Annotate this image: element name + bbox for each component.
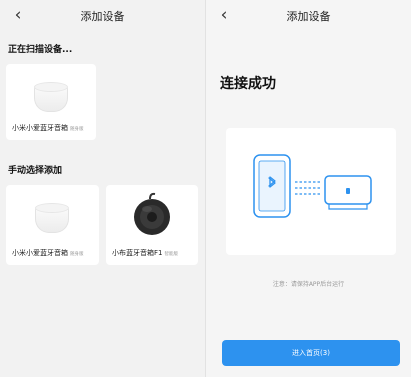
- white-speaker-image: [34, 82, 68, 112]
- scanned-device-card[interactable]: 小米小爱蓝牙音箱 随身版: [6, 64, 96, 140]
- device-name: 小米小爱蓝牙音箱 随身版: [12, 124, 84, 132]
- connection-illustration: [226, 128, 396, 255]
- background-run-notice: 注意：请保持APP后台运行: [272, 281, 345, 288]
- manual-section-label: 手动选择添加: [8, 166, 63, 176]
- device-badge: 智能版: [164, 252, 178, 257]
- device-name: 小布蓝牙音箱F1 智能版: [112, 249, 178, 257]
- scan-devices-screen: ‹ 添加设备 正在扫描设备... 小米小爱蓝牙音箱 随身版 手动选择添加 小米小爱…: [0, 0, 205, 377]
- connect-success-screen: ‹ 添加设备 连接成功 注意：请保持APP后台运行 进入首页(3): [206, 0, 411, 377]
- signal-lines: [295, 181, 322, 195]
- nav-title: 添加设备: [286, 10, 331, 23]
- device-name: 小米小爱蓝牙音箱 随身版: [12, 249, 84, 257]
- device-badge: 随身版: [70, 127, 84, 132]
- success-heading: 连接成功: [220, 76, 276, 92]
- go-home-button[interactable]: 进入首页(3): [222, 340, 400, 366]
- nav-bar: ‹ 添加设备: [206, 0, 411, 32]
- speaker-icon: [324, 175, 372, 210]
- black-round-speaker-image: [134, 192, 170, 235]
- scanning-section-label: 正在扫描设备...: [8, 45, 73, 55]
- nav-title: 添加设备: [80, 10, 125, 23]
- manual-device-card-xiaobu[interactable]: 小布蓝牙音箱F1 智能版: [106, 185, 198, 265]
- nav-bar: ‹ 添加设备: [0, 0, 205, 32]
- device-badge: 随身版: [70, 252, 84, 257]
- white-speaker-image: [35, 203, 69, 233]
- connection-illustration-graphic: [253, 154, 372, 218]
- manual-device-card-xiaomi[interactable]: 小米小爱蓝牙音箱 随身版: [6, 185, 99, 265]
